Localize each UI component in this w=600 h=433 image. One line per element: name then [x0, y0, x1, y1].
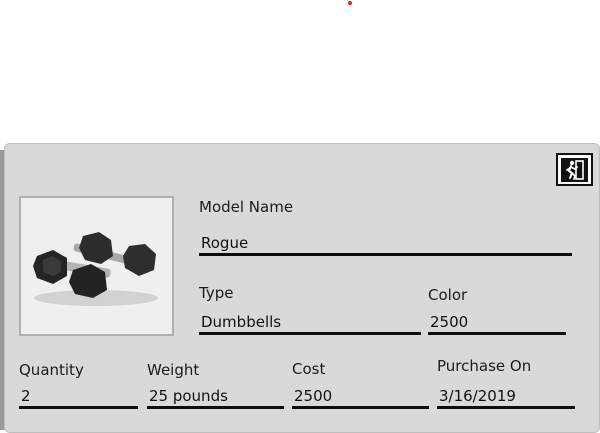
product-image	[19, 196, 174, 336]
exit-running-man-icon	[561, 157, 588, 182]
model-name-field[interactable]: Rogue	[199, 234, 572, 252]
cost-underline	[292, 406, 429, 409]
purchase-on-underline	[437, 406, 575, 409]
quantity-underline	[19, 406, 138, 409]
quantity-label: Quantity	[19, 361, 84, 379]
color-underline	[428, 332, 566, 335]
purchase-on-field[interactable]: 3/16/2019	[437, 387, 575, 405]
quantity-field[interactable]: 2	[19, 387, 138, 405]
type-field[interactable]: Dumbbells	[199, 313, 421, 331]
type-label: Type	[199, 284, 234, 302]
type-underline	[199, 332, 421, 335]
weight-underline	[147, 406, 284, 409]
model-name-underline	[199, 253, 572, 256]
cost-label: Cost	[292, 360, 326, 378]
dumbbells-image	[21, 198, 172, 334]
color-label: Color	[428, 286, 468, 304]
indicator-dot	[348, 1, 352, 5]
exit-button[interactable]	[556, 153, 593, 186]
weight-field[interactable]: 25 pounds	[147, 387, 284, 405]
purchase-on-label: Purchase On	[437, 357, 532, 375]
color-field[interactable]: 2500	[428, 313, 566, 331]
model-name-label: Model Name	[199, 198, 294, 216]
weight-label: Weight	[147, 361, 200, 379]
cost-field[interactable]: 2500	[292, 387, 429, 405]
